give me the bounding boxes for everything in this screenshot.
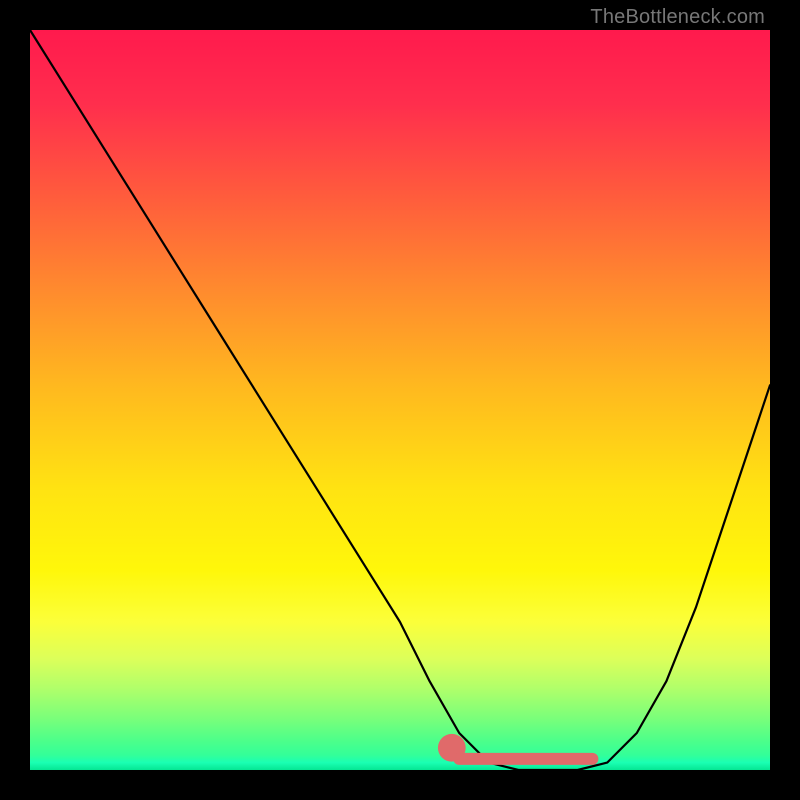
curve-svg (30, 30, 770, 770)
plot-area (30, 30, 770, 770)
bottleneck-chart: TheBottleneck.com (0, 0, 800, 800)
attribution-label: TheBottleneck.com (590, 6, 765, 29)
bottleneck-curve-path (30, 30, 770, 770)
